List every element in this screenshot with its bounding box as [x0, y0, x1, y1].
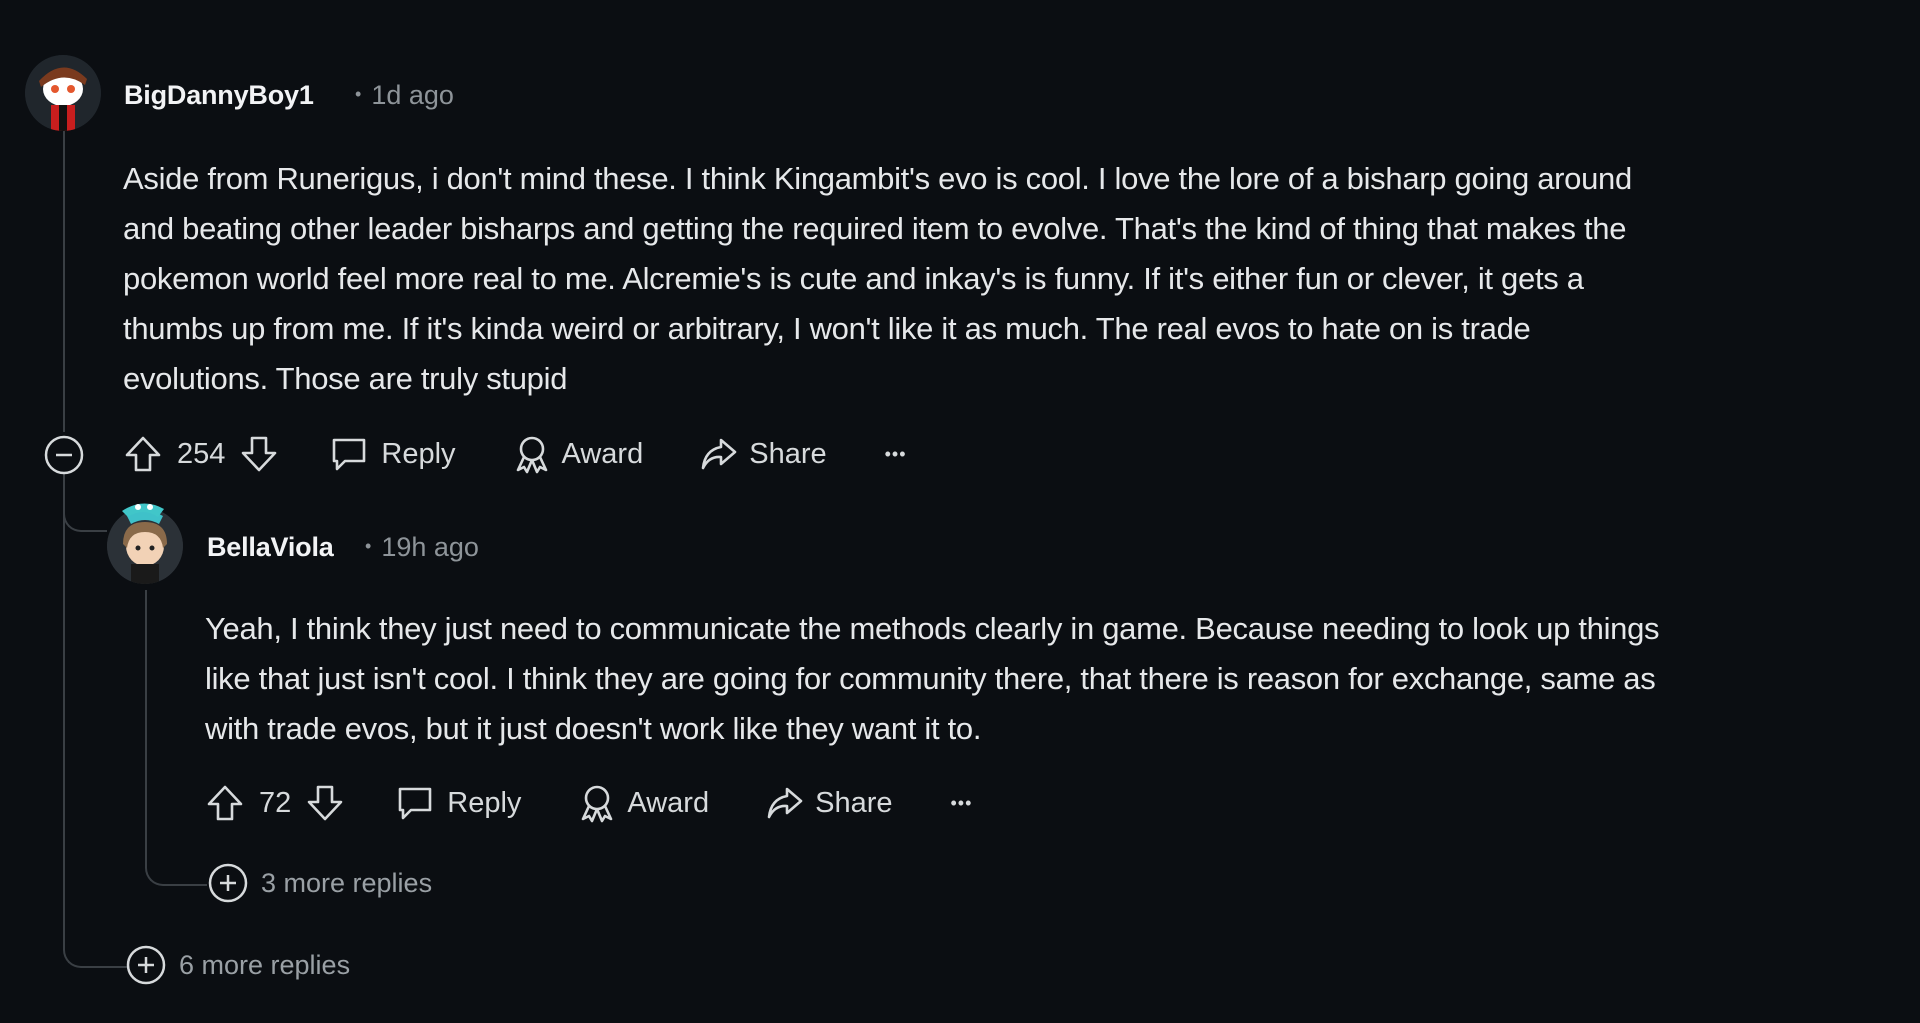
award-label: Award	[561, 437, 644, 470]
share-button[interactable]: Share	[765, 783, 893, 823]
separator-dot: •	[365, 536, 372, 556]
more-replies-button[interactable]: 6 more replies	[125, 944, 350, 986]
downvote-button[interactable]	[239, 434, 279, 474]
comment-author[interactable]: BigDannyBoy1	[124, 80, 314, 111]
avatar-image	[107, 508, 183, 584]
award-icon	[582, 785, 613, 823]
thread-connector	[63, 900, 127, 968]
award-label: Award	[627, 786, 710, 819]
downvote-button[interactable]	[305, 783, 345, 823]
comment-timestamp[interactable]: • 1d ago	[355, 80, 454, 111]
comment-author[interactable]: BellaViola	[207, 532, 334, 563]
comment-body: Yeah, I think they just need to communic…	[205, 604, 1905, 754]
more-replies-label: 6 more replies	[179, 949, 351, 980]
avatar-image	[25, 55, 101, 131]
award-button[interactable]: Award	[512, 434, 644, 474]
thread-line[interactable]	[63, 472, 65, 932]
share-button[interactable]: Share	[699, 434, 827, 474]
timestamp-text: 1d ago	[371, 80, 454, 110]
expand-icon	[208, 863, 248, 903]
more-options-button[interactable]: •••	[951, 793, 973, 814]
comment-actions: 254 Reply Award Share •••	[123, 429, 907, 479]
reply-icon	[333, 438, 366, 471]
comment-line: and beating other leader bisharps and ge…	[123, 211, 1627, 246]
more-replies-button[interactable]: 3 more replies	[207, 862, 432, 904]
comment-line: Aside from Runerigus, i don't mind these…	[123, 161, 1632, 196]
more-replies-label: 3 more replies	[261, 867, 433, 898]
avatar-accessory	[118, 497, 168, 519]
reply-icon	[398, 787, 432, 820]
award-button[interactable]: Award	[577, 783, 709, 823]
vote-count: 72	[259, 786, 292, 819]
comment-line: Yeah, I think they just need to communic…	[205, 611, 1660, 646]
comment-line: with trade evos, but it just doesn't wor…	[205, 711, 982, 746]
upvote-button[interactable]	[123, 434, 163, 474]
thread-connector	[63, 476, 107, 532]
more-options-button[interactable]: •••	[885, 444, 907, 465]
comment-line: evolutions. Those are truly stupid	[123, 361, 568, 396]
share-icon	[767, 787, 803, 819]
reply-label: Reply	[447, 786, 522, 819]
upvote-icon	[125, 436, 161, 472]
thread-connector	[145, 820, 207, 886]
comment-actions: 72 Reply Award Share •••	[205, 778, 972, 828]
downvote-icon	[307, 785, 343, 821]
award-icon	[516, 436, 547, 474]
avatar-hat-icon	[122, 503, 164, 517]
separator-dot: •	[355, 84, 362, 104]
expand-icon	[126, 945, 166, 985]
comment-line: thumbs up from me. If it's kinda weird o…	[123, 311, 1531, 346]
reply-label: Reply	[381, 437, 456, 470]
share-label: Share	[815, 786, 893, 819]
upvote-button[interactable]	[205, 783, 245, 823]
comment-body: Aside from Runerigus, i don't mind these…	[123, 154, 1903, 404]
reply-button[interactable]: Reply	[395, 783, 521, 823]
comment-line: pokemon world feel more real to me. Alcr…	[123, 261, 1584, 296]
comment-timestamp[interactable]: • 19h ago	[365, 532, 479, 563]
more-options-icon: •••	[884, 443, 907, 464]
thread-line[interactable]	[145, 590, 147, 820]
collapse-button[interactable]	[43, 434, 85, 476]
comment-thread: BigDannyBoy1 • 1d ago Aside from Runerigu…	[0, 0, 1920, 1023]
more-options-icon: •••	[950, 792, 973, 813]
upvote-icon	[207, 785, 243, 821]
comment-line: like that just isn't cool. I think they …	[205, 661, 1656, 696]
downvote-icon	[242, 436, 277, 472]
avatar[interactable]	[107, 508, 183, 584]
share-icon	[701, 438, 737, 470]
collapse-icon	[44, 435, 84, 475]
avatar[interactable]	[25, 55, 101, 131]
share-label: Share	[749, 437, 827, 470]
thread-line[interactable]	[63, 122, 65, 432]
vote-count: 254	[177, 437, 226, 470]
reply-button[interactable]: Reply	[329, 434, 456, 474]
timestamp-text: 19h ago	[381, 532, 479, 562]
